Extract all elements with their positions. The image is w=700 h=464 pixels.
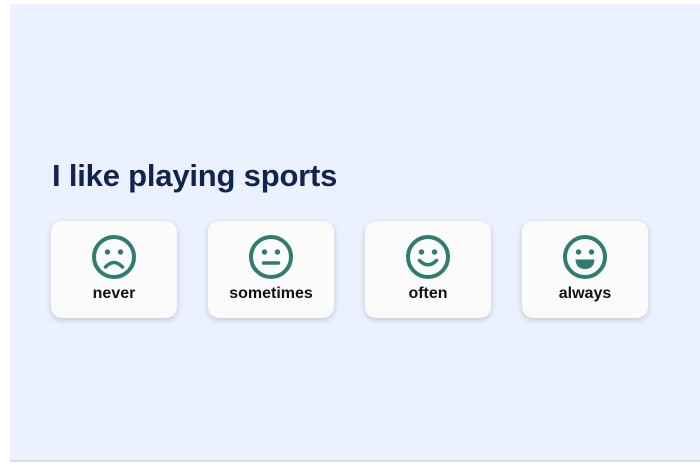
- grinning-face-icon: [563, 235, 607, 279]
- sad-face-icon: [92, 235, 136, 279]
- option-never-button[interactable]: never: [51, 221, 177, 318]
- option-never-label: never: [92, 285, 136, 302]
- option-always-button[interactable]: always: [522, 221, 648, 318]
- smiling-face-icon: [406, 235, 450, 279]
- option-sometimes-button[interactable]: sometimes: [208, 221, 334, 318]
- option-often-label: often: [408, 285, 448, 302]
- option-always-label: always: [558, 285, 612, 302]
- neutral-face-icon: [249, 235, 293, 279]
- frequency-options: never sometimes often always: [51, 221, 648, 318]
- question-title: I like playing sports: [52, 158, 338, 193]
- panel-divider: [10, 460, 700, 462]
- option-often-button[interactable]: often: [365, 221, 491, 318]
- option-sometimes-label: sometimes: [229, 285, 313, 302]
